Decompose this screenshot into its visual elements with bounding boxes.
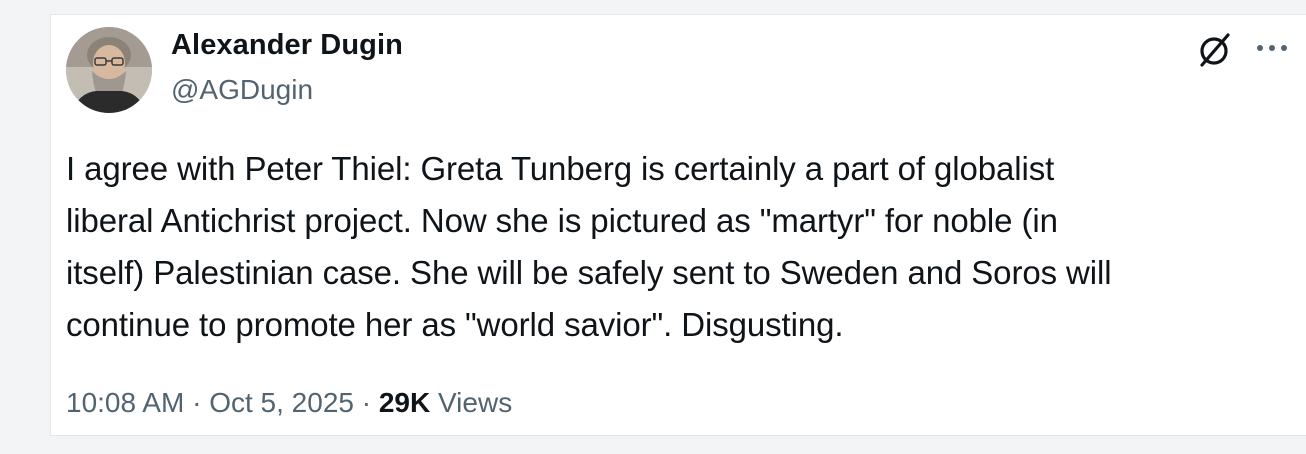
author-handle[interactable]: @AGDugin [171, 74, 313, 106]
more-icon[interactable] [1252, 33, 1292, 63]
author-name[interactable]: Alexander Dugin [171, 29, 403, 62]
views-count[interactable]: 29K [379, 387, 430, 418]
avatar[interactable] [66, 27, 152, 113]
tweet-date[interactable]: Oct 5, 2025 [209, 387, 354, 418]
meta-separator: · [184, 387, 210, 418]
views-label: Views [430, 387, 513, 418]
tweet-card[interactable]: Alexander Dugin @AGDugin I agree with Pe… [50, 14, 1306, 436]
meta-separator: · [353, 387, 379, 418]
grok-icon[interactable] [1194, 29, 1234, 69]
tweet-time[interactable]: 10:08 AM [66, 387, 184, 418]
tweet-meta: 10:08 AM · Oct 5, 2025 · 29K Views [66, 387, 512, 419]
tweet-text: I agree with Peter Thiel: Greta Tunberg … [66, 150, 1112, 343]
page: Alexander Dugin @AGDugin I agree with Pe… [0, 0, 1306, 454]
user-avatar-photo [66, 27, 152, 113]
